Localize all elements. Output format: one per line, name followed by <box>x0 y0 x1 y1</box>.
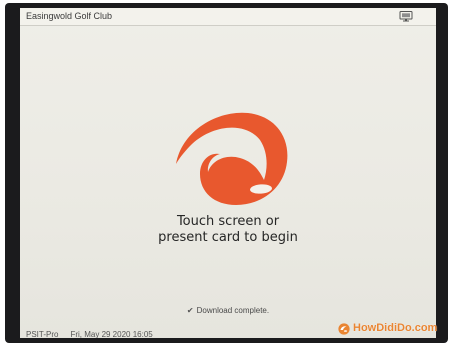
prompt-line-1: Touch screen or <box>176 214 280 229</box>
howdidido-logo-icon <box>338 323 350 335</box>
download-status: ✔ Download complete. <box>20 306 436 315</box>
monitor-icon[interactable] <box>399 11 413 22</box>
club-name: Easingwold Golf Club <box>26 11 113 21</box>
watermark-text: HowDidiDo.com <box>353 322 438 334</box>
touch-prompt: Touch screen or present card to begin <box>20 214 436 246</box>
status-footer: PSIT-Pro Fri, May 29 2020 16:05 <box>26 330 165 338</box>
kiosk-screen[interactable]: Easingwold Golf Club Touch screen or pre… <box>20 8 436 338</box>
title-bar: Easingwold Golf Club <box>20 8 436 26</box>
date-time: Fri, May 29 2020 16:05 <box>70 330 153 338</box>
kiosk-photo: Easingwold Golf Club Touch screen or pre… <box>0 0 453 347</box>
prompt-line-2: present card to begin <box>158 230 298 245</box>
swoosh-logo-icon <box>176 112 288 205</box>
check-icon: ✔ <box>186 306 194 315</box>
product-name: PSIT-Pro <box>26 330 59 338</box>
download-status-text: Download complete. <box>196 306 270 315</box>
